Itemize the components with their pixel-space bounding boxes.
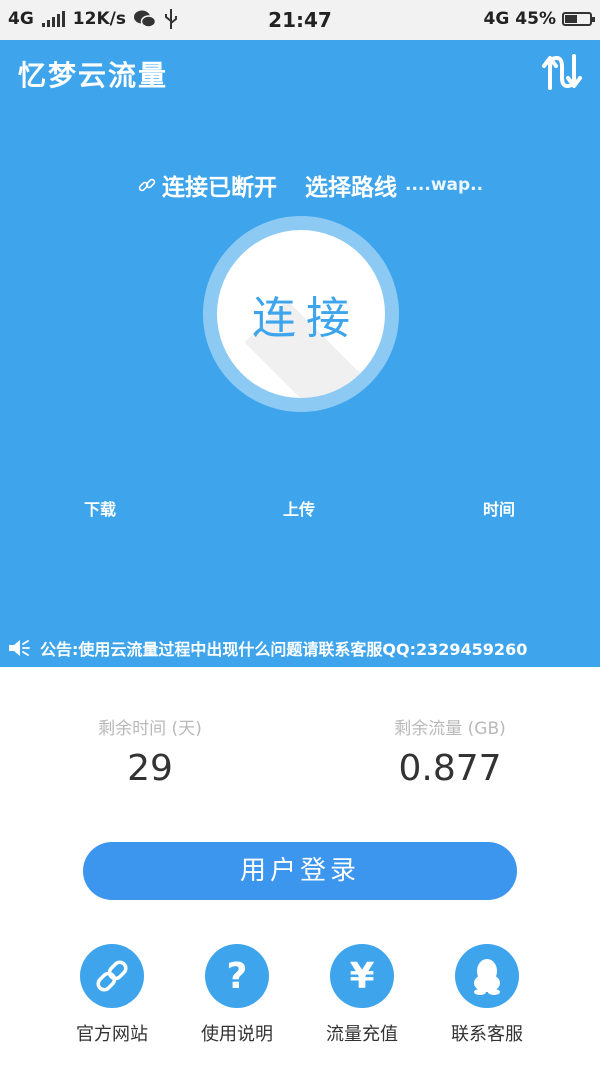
action-label: 官方网站 <box>76 1024 148 1045</box>
action-label: 流量充值 <box>326 1024 398 1045</box>
action-label: 使用说明 <box>201 1024 273 1045</box>
remaining-time-label: 剩余时间 (天) <box>98 719 202 739</box>
question-icon: ? <box>205 944 269 1008</box>
announcement-bar: 公告:使用云流量过程中出现什么问题请联系客服QQ:2329459260 <box>8 636 527 660</box>
user-login-button[interactable]: 用户登录 <box>83 842 517 900</box>
route-marquee: ....wap.. <box>405 175 484 195</box>
instructions-button[interactable]: ? 使用说明 <box>182 944 292 1046</box>
remaining-data-value: 0.877 <box>398 748 502 789</box>
swap-arrows-icon[interactable] <box>540 52 584 92</box>
network-type-right: 4G <box>483 9 510 29</box>
time-stat-label: 时间 <box>483 500 516 519</box>
official-website-button[interactable]: 官方网站 <box>57 944 167 1046</box>
contact-support-button[interactable]: 联系客服 <box>432 944 542 1046</box>
announcement-text: 公告:使用云流量过程中出现什么问题请联系客服QQ:2329459260 <box>40 640 528 659</box>
link-small-icon <box>138 178 156 192</box>
connect-button-label: 连接 <box>252 293 360 344</box>
remaining-time-value: 29 <box>127 748 173 789</box>
status-right: 4G 45% <box>483 9 595 29</box>
action-label: 联系客服 <box>451 1024 523 1045</box>
upload-stat-label: 上传 <box>283 500 316 519</box>
recharge-button[interactable]: ¥ 流量充值 <box>307 944 417 1046</box>
select-route-button[interactable]: 选择路线 <box>305 168 397 202</box>
link-icon <box>80 944 144 1008</box>
connect-ring: 连接 <box>203 216 399 412</box>
battery-percent: 45% <box>515 9 556 29</box>
quick-actions: 官方网站 ? 使用说明 ¥ 流量充值 联系客服 <box>0 944 600 1054</box>
connection-panel: 忆梦云流量 连接已断开 选择路线 ....wap.. 连接 下载 上传 时间 公… <box>0 40 600 667</box>
yen-icon: ¥ <box>330 944 394 1008</box>
speaker-icon <box>9 640 30 656</box>
app-title: 忆梦云流量 <box>18 59 169 92</box>
remaining-data-label: 剩余流量 (GB) <box>394 719 506 739</box>
qq-penguin-icon <box>455 944 519 1008</box>
connection-status: 连接已断开 <box>162 175 277 201</box>
status-bar: 4G 12K/s 21:47 4G 45% <box>0 0 600 40</box>
connection-status-line: 连接已断开 选择路线 ....wap.. <box>138 168 483 202</box>
battery-icon <box>562 12 595 26</box>
download-stat-label: 下载 <box>84 500 117 519</box>
connect-button[interactable]: 连接 <box>217 230 385 398</box>
